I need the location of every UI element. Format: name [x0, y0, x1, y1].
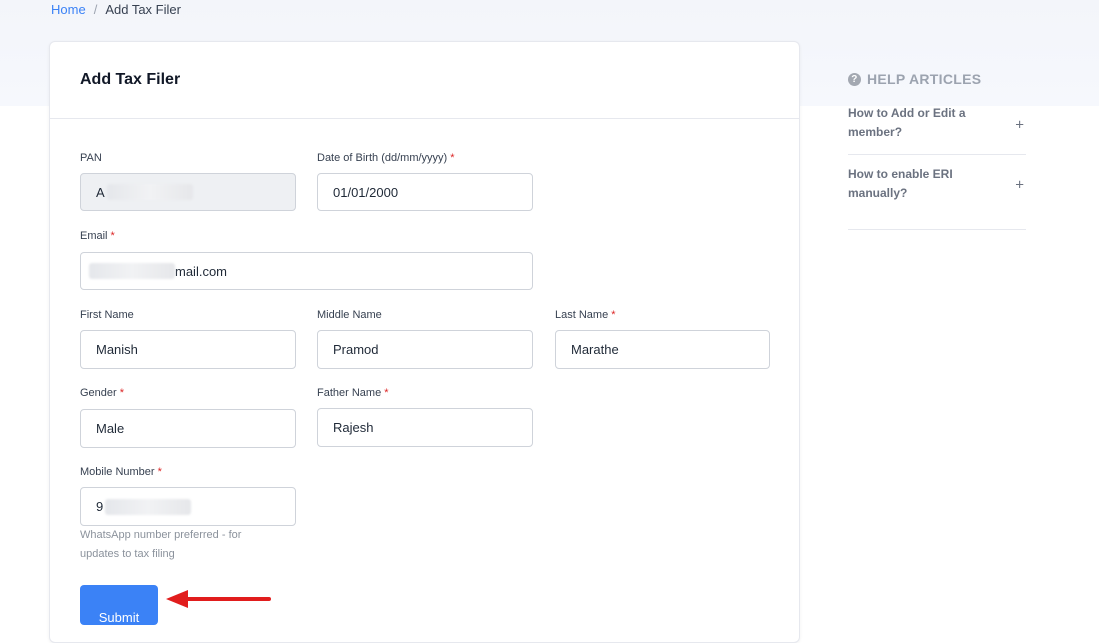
pan-label: PAN	[80, 152, 102, 164]
dob-label: Date of Birth (dd/mm/yyyy) *	[317, 152, 455, 164]
help-articles-heading: ? HELP ARTICLES	[848, 70, 1026, 88]
pan-field[interactable]: A	[80, 173, 296, 211]
plus-icon[interactable]: +	[1015, 176, 1024, 195]
question-circle-icon: ?	[848, 72, 861, 86]
email-redacted	[89, 263, 175, 279]
pan-value: A	[96, 184, 105, 200]
dob-input[interactable]	[333, 184, 517, 200]
submit-button[interactable]: Submit	[80, 585, 158, 625]
help-article-add-edit-member[interactable]: How to Add or Edit a member? +	[848, 96, 1026, 155]
pan-redacted	[106, 184, 193, 200]
first-name-label: First Name	[80, 309, 134, 321]
breadcrumb: Home / Add Tax Filer	[51, 2, 181, 18]
help-articles-panel: ? HELP ARTICLES How to Add or Edit a mem…	[848, 70, 1026, 230]
mobile-hint: WhatsApp number preferred - for updates …	[80, 529, 242, 560]
page-title: Add Tax Filer	[80, 71, 181, 88]
annotation-arrow-icon	[166, 590, 271, 608]
last-name-field[interactable]	[555, 330, 770, 369]
first-name-input[interactable]	[96, 342, 280, 357]
father-name-input[interactable]	[333, 420, 517, 435]
middle-name-field[interactable]	[317, 330, 533, 369]
breadcrumb-home-link[interactable]: Home	[51, 2, 86, 18]
last-name-label: Last Name *	[555, 309, 616, 321]
plus-icon[interactable]: +	[1015, 116, 1024, 135]
mobile-label: Mobile Number *	[80, 466, 162, 478]
help-article-enable-eri[interactable]: How to enable ERI manually? +	[848, 155, 1026, 230]
father-name-field[interactable]	[317, 408, 533, 447]
card-header: Add Tax Filer	[50, 42, 799, 119]
gender-label: Gender *	[80, 387, 124, 399]
email-label: Email *	[80, 230, 115, 242]
mobile-value: 9	[96, 499, 104, 514]
breadcrumb-separator: /	[93, 2, 98, 17]
add-tax-filer-card: Add Tax Filer PAN A Date of Birth (dd/mm…	[49, 41, 800, 643]
mobile-field[interactable]: 9	[80, 487, 296, 526]
middle-name-label: Middle Name	[317, 309, 382, 321]
dob-field[interactable]	[317, 173, 533, 211]
gender-value: Male	[96, 421, 125, 436]
first-name-field[interactable]	[80, 330, 296, 369]
last-name-input[interactable]	[571, 342, 754, 357]
help-article-label: How to enable ERI manually?	[848, 167, 953, 200]
middle-name-input[interactable]	[333, 342, 517, 357]
mobile-redacted	[105, 498, 192, 515]
email-field[interactable]: mail.com	[80, 252, 533, 290]
father-name-label: Father Name *	[317, 387, 389, 399]
gender-select[interactable]: Male	[80, 409, 296, 448]
breadcrumb-current: Add Tax Filer	[105, 2, 181, 17]
email-value: mail.com	[175, 263, 228, 279]
help-article-label: How to Add or Edit a member?	[848, 106, 966, 139]
